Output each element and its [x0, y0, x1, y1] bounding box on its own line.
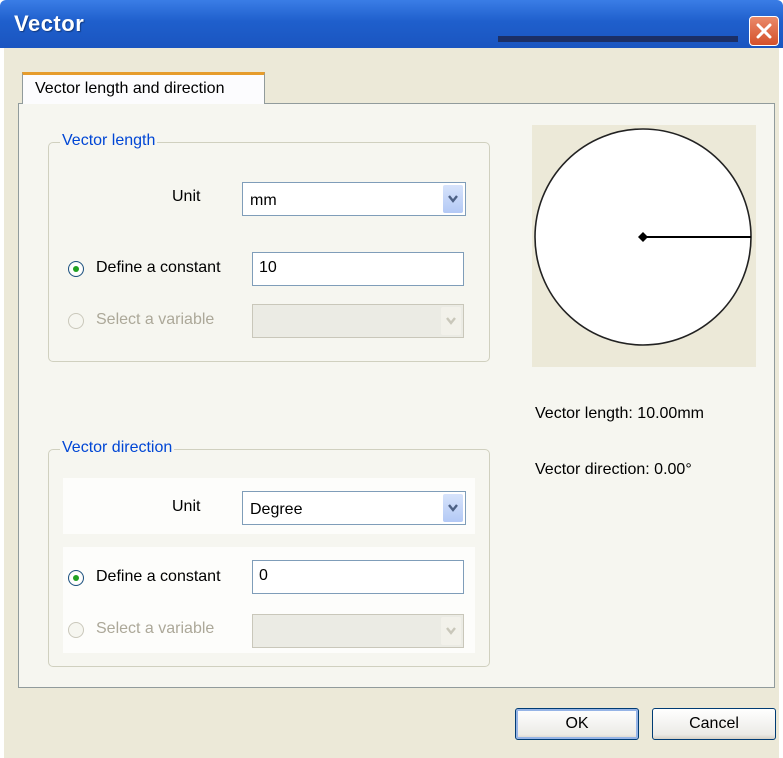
direction-define-constant-label[interactable]: Define a constant	[96, 568, 221, 586]
length-select-variable-radio[interactable]	[68, 313, 84, 329]
direction-select-variable-label[interactable]: Select a variable	[96, 620, 214, 638]
direction-unit-label: Unit	[172, 498, 201, 515]
chevron-down-icon	[448, 195, 458, 203]
length-variable-dropdown-button[interactable]	[441, 307, 461, 335]
title-bar-strip	[498, 36, 738, 42]
chevron-down-icon	[448, 504, 458, 512]
length-select-variable-label[interactable]: Select a variable	[96, 311, 214, 329]
length-constant-input[interactable]: 10	[252, 252, 464, 286]
length-unit-label: Unit	[172, 188, 201, 205]
length-unit-dropdown-button[interactable]	[443, 185, 463, 213]
close-icon	[756, 23, 772, 39]
direction-select-variable-radio[interactable]	[68, 622, 84, 638]
length-unit-value: mm	[250, 192, 277, 209]
direction-unit-dropdown-button[interactable]	[443, 494, 463, 522]
vector-preview-diagram	[534, 128, 752, 346]
direction-variable-dropdown-button[interactable]	[441, 617, 461, 645]
chevron-down-icon	[446, 317, 456, 325]
direction-unit-value: Degree	[250, 501, 303, 518]
vector-length-readout: Vector length: 10.00mm	[535, 405, 704, 422]
close-button[interactable]	[749, 16, 779, 46]
chevron-down-icon	[446, 627, 456, 635]
ok-button[interactable]: OK	[515, 708, 639, 740]
tab-label: Vector length and direction	[35, 80, 225, 97]
vector-direction-group-title: Vector direction	[60, 439, 175, 457]
direction-constant-input[interactable]: 0	[252, 560, 464, 594]
direction-unit-select[interactable]: Degree	[242, 491, 466, 525]
length-define-constant-label[interactable]: Define a constant	[96, 259, 221, 277]
vector-preview	[532, 125, 756, 367]
vector-direction-readout: Vector direction: 0.00°	[535, 461, 692, 478]
direction-variable-select[interactable]	[252, 614, 464, 648]
direction-define-constant-radio[interactable]	[68, 570, 84, 586]
tab-vector-length-direction[interactable]: Vector length and direction	[22, 72, 265, 104]
window-title: Vector	[14, 11, 85, 36]
cancel-button[interactable]: Cancel	[652, 708, 776, 740]
length-define-constant-radio[interactable]	[68, 261, 84, 277]
length-unit-select[interactable]: mm	[242, 182, 466, 216]
vector-length-group-title: Vector length	[60, 132, 158, 150]
length-variable-select[interactable]	[252, 304, 464, 338]
title-bar: Vector	[0, 0, 783, 48]
